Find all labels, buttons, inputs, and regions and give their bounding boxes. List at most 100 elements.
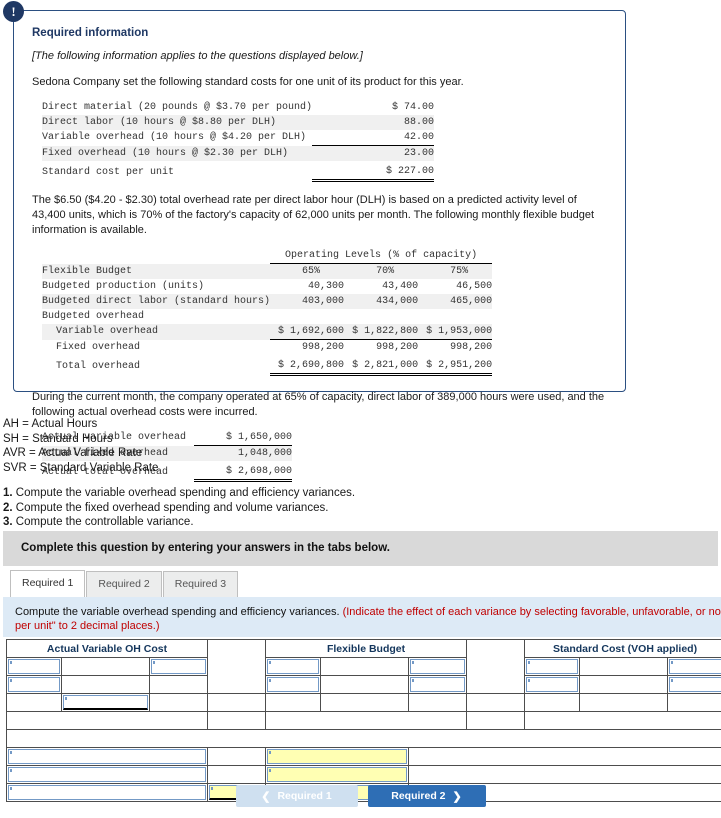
cost-label: Fixed overhead (10 hours @ $2.30 per DLH… <box>42 147 289 159</box>
variance-amount-1[interactable] <box>207 747 267 766</box>
instruction-main: Compute the variable overhead spending a… <box>15 606 340 618</box>
grid-header-row: Actual Variable OH Cost Flexible Budget … <box>5 639 721 694</box>
legend-line: SVR = Standard Variable Rate <box>3 461 159 474</box>
previous-required-button[interactable]: ❮ Required 1 <box>235 785 358 807</box>
list-item: 3. Compute the controllable variance. <box>3 515 355 530</box>
cell[interactable] <box>265 657 322 676</box>
table-row-header: Flexible Budget 65% 70% 75% <box>42 263 493 279</box>
answer-grid: Actual Variable OH Cost Flexible Budget … <box>5 639 721 802</box>
input-sc-r2c1[interactable] <box>526 677 579 692</box>
input-avoh-r3c2-focused[interactable] <box>63 695 148 710</box>
table-row: Budgeted overhead <box>42 309 492 324</box>
tab-required-1[interactable]: Required 1 <box>10 570 86 597</box>
column-header: 65% <box>302 266 321 277</box>
input-variance-effect-1[interactable] <box>267 749 408 764</box>
cost-label: Direct labor (10 hours @ $8.80 per DLH) <box>42 117 277 128</box>
cell <box>61 675 150 694</box>
cell[interactable] <box>524 657 581 676</box>
row-label: Budgeted production (units) <box>42 281 205 292</box>
page-title: Required information <box>32 27 149 39</box>
chevron-right-icon: ❯ <box>452 790 462 803</box>
cell <box>408 693 468 712</box>
cell[interactable] <box>6 657 62 676</box>
cell[interactable] <box>667 657 721 676</box>
variance-result-cell-2[interactable] <box>466 711 526 730</box>
cell[interactable] <box>265 765 410 784</box>
operating-levels-header: Operating Levels (% of capacity) <box>270 248 493 264</box>
input-avoh-r1c3[interactable] <box>151 659 207 674</box>
cell[interactable] <box>61 693 150 712</box>
exclamation-icon: ! <box>3 1 24 22</box>
cost-value: 23.00 <box>312 145 434 161</box>
input-fb-r2c1[interactable] <box>267 677 320 692</box>
spacer-column-1 <box>207 639 267 694</box>
input-avoh-r2c1[interactable] <box>8 677 60 692</box>
input-sc-r1c1[interactable] <box>526 659 579 674</box>
cell[interactable] <box>148 657 209 676</box>
required-information-panel: Required information [The following info… <box>13 10 626 482</box>
spacer-column-2 <box>466 639 526 694</box>
tab-required-2[interactable]: Required 2 <box>86 571 162 597</box>
cell <box>524 693 581 712</box>
cell <box>6 693 62 712</box>
row-value: $ 1,953,000 <box>426 326 493 337</box>
flexible-budget-table: Operating Levels (% of capacity) Flexibl… <box>42 248 493 376</box>
cell <box>265 711 468 730</box>
cell <box>148 675 209 694</box>
step-number: 1. <box>3 487 13 499</box>
cell <box>148 693 209 712</box>
table-row-total: Total overhead $ 2,690,800 $ 2,821,000 $… <box>42 355 493 376</box>
total-value: $ 227.00 <box>312 161 434 182</box>
step-text: Compute the controllable variance. <box>15 516 194 528</box>
input-fb-r1c3[interactable] <box>410 659 466 674</box>
input-fb-r2c3[interactable] <box>410 677 466 692</box>
cell[interactable] <box>408 675 468 694</box>
next-required-button[interactable]: Required 2 ❯ <box>367 785 486 807</box>
row-value: 434,000 <box>376 296 419 307</box>
answer-grid-wrapper: Actual Variable OH Cost Flexible Budget … <box>5 639 721 802</box>
table-row-answer <box>5 747 721 766</box>
column-header-flexible-budget: Flexible Budget <box>265 639 468 658</box>
input-variance-effect-2[interactable] <box>267 767 408 782</box>
variance-amount-2[interactable] <box>207 765 267 784</box>
column-header: 70% <box>376 266 395 277</box>
cell[interactable] <box>5 765 209 784</box>
row-label: Variable overhead <box>56 326 159 338</box>
cost-value: $ 74.00 <box>391 102 434 113</box>
tab-required-3[interactable]: Required 3 <box>162 571 239 597</box>
table-row <box>6 675 721 694</box>
previous-button-label: Required 1 <box>277 790 332 802</box>
column-header: 75% <box>450 266 469 277</box>
table-row <box>6 693 721 712</box>
spacer-cell-1 <box>207 693 267 712</box>
variance-result-cell-1[interactable] <box>207 711 267 730</box>
input-variance-label-1[interactable] <box>8 749 207 764</box>
cell[interactable] <box>667 675 721 694</box>
table-row: Fixed overhead (10 hours @ $2.30 per DLH… <box>42 145 434 161</box>
input-fb-r1c1[interactable] <box>267 659 320 674</box>
cell[interactable] <box>408 657 468 676</box>
cell <box>579 657 669 676</box>
intro-paragraph: Sedona Company set the following standar… <box>32 76 464 88</box>
navigation-buttons: ❮ Required 1 Required 2 ❯ <box>0 785 721 807</box>
column-header-standard-cost: Standard Cost (VOH applied) <box>524 639 721 658</box>
cell[interactable] <box>6 675 62 694</box>
cost-value: 88.00 <box>403 117 434 128</box>
cell[interactable] <box>265 675 322 694</box>
cell[interactable] <box>265 747 410 766</box>
row-value: 43,400 <box>382 281 419 292</box>
cell <box>320 693 410 712</box>
input-sc-r2c3[interactable] <box>669 677 721 692</box>
row-value: $ 1,822,800 <box>352 326 419 337</box>
table-row: Budgeted direct labor (standard hours) 4… <box>42 294 493 309</box>
input-variance-label-2[interactable] <box>8 767 207 782</box>
row-value: 1,048,000 <box>193 445 292 461</box>
cell[interactable] <box>5 747 209 766</box>
table-row: Fixed overhead 998,200 998,200 998,200 <box>42 339 493 355</box>
row-value: 998,200 <box>344 339 419 355</box>
input-sc-r1c3[interactable] <box>669 659 721 674</box>
cell[interactable] <box>524 675 581 694</box>
total-value: $ 2,951,200 <box>418 355 493 376</box>
input-avoh-r1c1[interactable] <box>8 659 60 674</box>
overhead-rate-paragraph: The $6.50 ($4.20 - $2.30) total overhead… <box>32 194 594 236</box>
